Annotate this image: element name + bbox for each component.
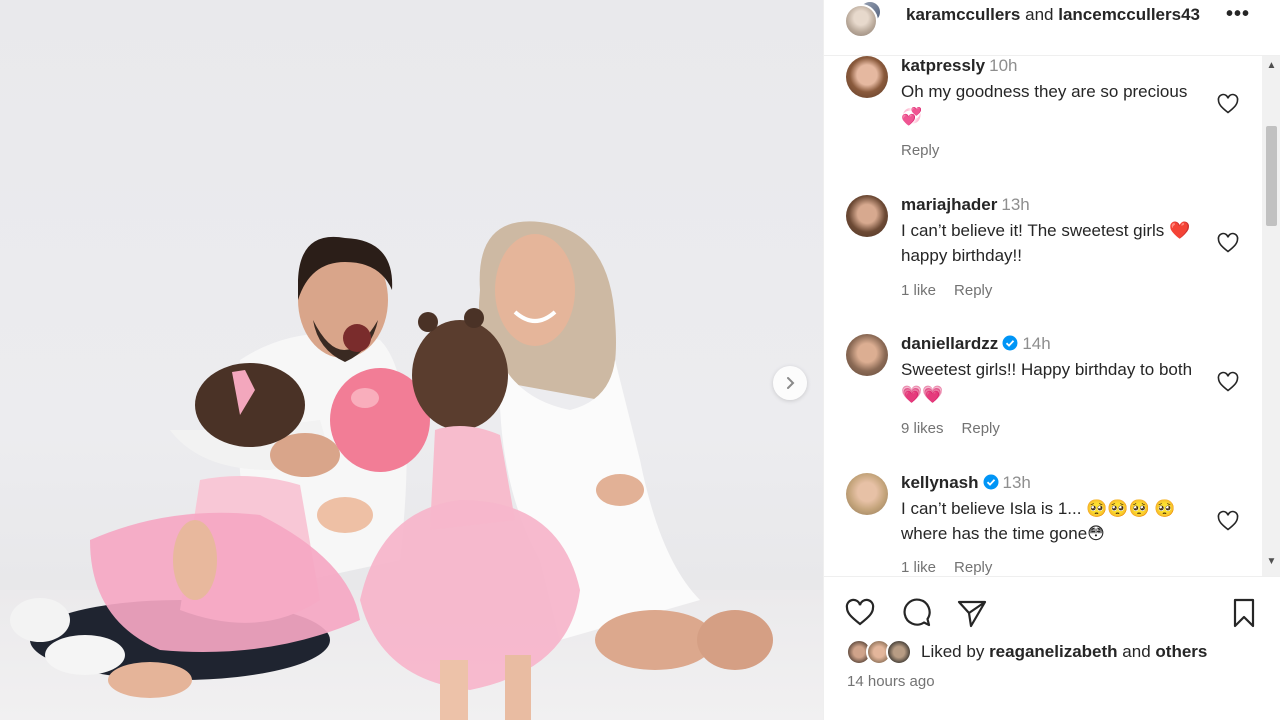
comment-likes-count[interactable]: 9 likes bbox=[901, 420, 944, 437]
heart-icon[interactable] bbox=[1216, 370, 1240, 394]
comment-actions: 1 like Reply bbox=[901, 282, 1010, 299]
comment-actions: 1 like Reply bbox=[901, 559, 1010, 576]
like-heart-icon[interactable] bbox=[844, 597, 876, 629]
comment-text: I can’t believe it! The sweetest girls ❤… bbox=[901, 221, 1191, 265]
avatar[interactable] bbox=[846, 195, 888, 237]
verified-badge-icon bbox=[983, 474, 998, 490]
avatar[interactable] bbox=[846, 473, 888, 515]
comment-text: Sweetest girls!! Happy birthday to both … bbox=[901, 360, 1193, 404]
liked-by-conjunction: and bbox=[1122, 642, 1151, 661]
avatar[interactable] bbox=[846, 334, 888, 376]
likes-summary: Liked by reaganelizabeth and others bbox=[846, 639, 1266, 667]
avatar[interactable] bbox=[846, 56, 888, 98]
post-authors: karamccullers and lancemccullers43 bbox=[906, 5, 1200, 25]
more-options-icon[interactable]: ••• bbox=[1226, 2, 1256, 26]
author-avatars[interactable] bbox=[844, 0, 884, 40]
comment-actions: Reply bbox=[901, 142, 957, 159]
reply-button[interactable]: Reply bbox=[962, 420, 1000, 437]
avatar bbox=[886, 639, 912, 665]
post-side-panel: karamccullers and lancemccullers43 ••• k… bbox=[823, 0, 1280, 720]
comment-icon[interactable] bbox=[900, 597, 932, 629]
post-header: karamccullers and lancemccullers43 ••• bbox=[824, 0, 1280, 56]
liked-by-text: Liked by reaganelizabeth and others bbox=[921, 642, 1207, 662]
author-username[interactable]: lancemccullers43 bbox=[1058, 5, 1200, 24]
avatar bbox=[844, 4, 878, 38]
author-conjunction: and bbox=[1025, 5, 1054, 24]
comment-time: 14h bbox=[1022, 334, 1051, 353]
chevron-right-icon bbox=[787, 377, 795, 389]
comment-username[interactable]: katpressly bbox=[901, 56, 985, 75]
comment-actions: 9 likes Reply bbox=[901, 420, 1018, 437]
liked-by-prefix: Liked by bbox=[921, 642, 985, 661]
comment-username-line: kellynash 13h bbox=[901, 473, 1031, 493]
scrollbar-thumb[interactable] bbox=[1266, 126, 1277, 226]
liked-by-username[interactable]: reaganelizabeth bbox=[989, 642, 1118, 661]
heart-icon[interactable] bbox=[1216, 231, 1240, 255]
post-actions: Liked by reaganelizabeth and others 14 h… bbox=[824, 576, 1280, 720]
comment-username-line: mariajhader 13h bbox=[901, 195, 1030, 215]
liked-by-others[interactable]: others bbox=[1155, 642, 1207, 661]
reply-button[interactable]: Reply bbox=[954, 282, 992, 299]
comment-text: I can’t believe Isla is 1... 🥺🥺🥺 🥺 where… bbox=[901, 499, 1176, 543]
family-photo-illustration bbox=[10, 221, 773, 720]
comment-username-line: katpressly 10h bbox=[901, 56, 1018, 76]
comments-scrollbar[interactable]: ▲ ▼ bbox=[1262, 56, 1280, 576]
comment-time: 10h bbox=[989, 56, 1018, 75]
comment-text: Oh my goodness they are so precious 💞 bbox=[901, 82, 1188, 126]
comment-username[interactable]: kellynash bbox=[901, 473, 979, 492]
comments-list: katpressly 10h Oh my goodness they are so… bbox=[824, 56, 1264, 576]
comment-username-line: daniellardzz 14h bbox=[901, 334, 1051, 354]
comment-likes-count[interactable]: 1 like bbox=[901, 282, 936, 299]
share-icon[interactable] bbox=[956, 597, 988, 629]
post-photo[interactable] bbox=[0, 0, 823, 720]
scroll-down-arrow-icon[interactable]: ▼ bbox=[1262, 556, 1280, 570]
scroll-up-arrow-icon[interactable]: ▲ bbox=[1262, 60, 1280, 74]
comment-username[interactable]: daniellardzz bbox=[901, 334, 998, 353]
next-image-button[interactable] bbox=[773, 366, 807, 400]
heart-icon[interactable] bbox=[1216, 92, 1240, 116]
reply-button[interactable]: Reply bbox=[954, 559, 992, 576]
save-bookmark-icon[interactable] bbox=[1228, 597, 1260, 629]
comment-time: 13h bbox=[1002, 473, 1031, 492]
comment-time: 13h bbox=[1001, 195, 1030, 214]
verified-badge-icon bbox=[1002, 335, 1018, 351]
reply-button[interactable]: Reply bbox=[901, 142, 939, 159]
comment-username[interactable]: mariajhader bbox=[901, 195, 997, 214]
post-timestamp[interactable]: 14 hours ago bbox=[847, 673, 935, 690]
author-username[interactable]: karamccullers bbox=[906, 5, 1020, 24]
comment-likes-count[interactable]: 1 like bbox=[901, 559, 936, 576]
heart-icon[interactable] bbox=[1216, 509, 1240, 533]
